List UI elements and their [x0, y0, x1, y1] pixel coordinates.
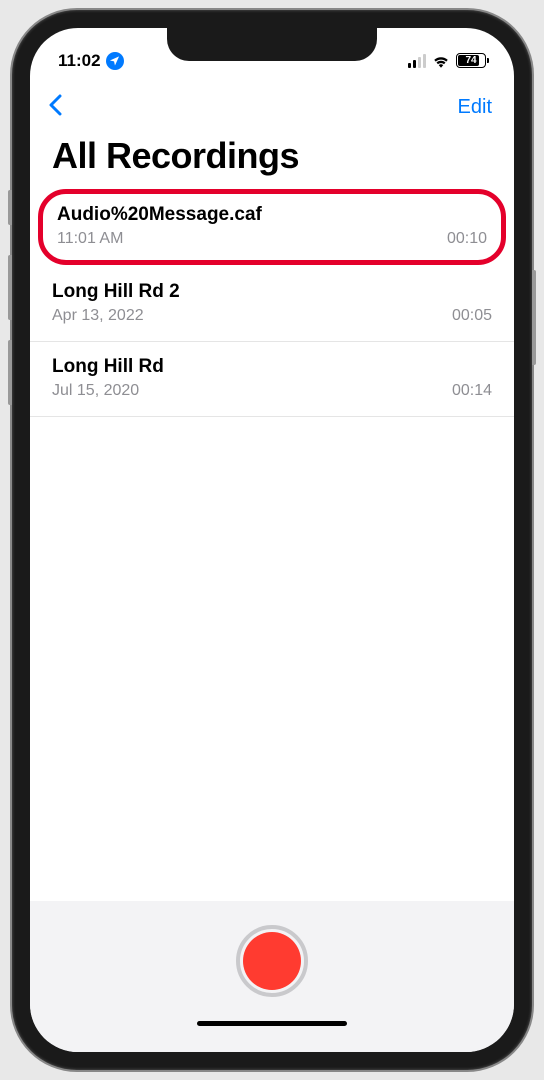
recording-meta: Jul 15, 2020 00:14: [52, 382, 492, 400]
recording-item[interactable]: Long Hill Rd Jul 15, 2020 00:14: [30, 342, 514, 417]
recording-meta: 11:01 AM 00:10: [57, 230, 487, 248]
home-indicator[interactable]: [197, 1021, 347, 1026]
nav-bar: Edit: [30, 83, 514, 131]
edit-button[interactable]: Edit: [458, 96, 492, 119]
location-services-icon: [106, 52, 124, 70]
recording-duration: 00:14: [452, 382, 492, 400]
page-title: All Recordings: [30, 131, 514, 189]
mute-switch: [8, 190, 12, 225]
record-icon: [243, 932, 301, 990]
chevron-left-icon: [48, 94, 62, 116]
recording-item[interactable]: Long Hill Rd 2 Apr 13, 2022 00:05: [30, 267, 514, 342]
recording-date: Jul 15, 2020: [52, 382, 139, 400]
recording-meta: Apr 13, 2022 00:05: [52, 307, 492, 325]
phone-frame: 11:02 74: [12, 10, 532, 1070]
status-right: 74: [408, 53, 486, 68]
recording-name: Audio%20Message.caf: [57, 204, 487, 226]
battery-icon: 74: [456, 53, 486, 68]
cellular-signal-icon: [408, 54, 426, 68]
recording-item[interactable]: Audio%20Message.caf 11:01 AM 00:10: [38, 189, 506, 265]
status-time: 11:02: [58, 51, 101, 71]
recording-duration: 00:05: [452, 307, 492, 325]
record-button[interactable]: [236, 925, 308, 997]
status-left: 11:02: [58, 51, 124, 71]
power-button: [532, 270, 536, 365]
volume-up-button: [8, 255, 12, 320]
volume-down-button: [8, 340, 12, 405]
recording-name: Long Hill Rd: [52, 356, 492, 378]
battery-percent: 74: [465, 55, 476, 66]
back-button[interactable]: [48, 91, 62, 123]
notch: [167, 28, 377, 61]
recording-duration: 00:10: [447, 230, 487, 248]
recording-date: 11:01 AM: [57, 230, 123, 248]
recording-name: Long Hill Rd 2: [52, 281, 492, 303]
bottom-panel: [30, 901, 514, 1052]
screen: 11:02 74: [30, 28, 514, 1052]
recordings-list[interactable]: Audio%20Message.caf 11:01 AM 00:10 Long …: [30, 189, 514, 901]
wifi-icon: [432, 54, 450, 68]
recording-date: Apr 13, 2022: [52, 307, 144, 325]
